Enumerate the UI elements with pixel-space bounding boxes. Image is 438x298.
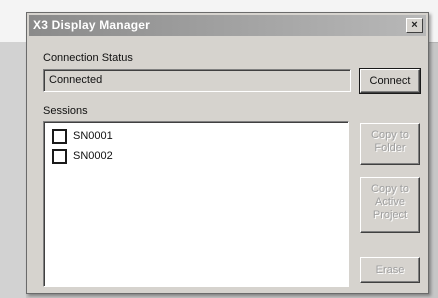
session-label: SN0001 bbox=[73, 130, 113, 142]
copy-to-active-project-button[interactable]: Copy to Active Project bbox=[360, 177, 420, 233]
dialog-title: X3 Display Manager bbox=[33, 18, 150, 32]
sessions-label: Sessions bbox=[43, 105, 88, 117]
connect-button[interactable]: Connect bbox=[359, 68, 421, 94]
title-bar[interactable]: X3 Display Manager × bbox=[29, 15, 426, 36]
display-manager-dialog: X3 Display Manager × Connection Status C… bbox=[26, 12, 429, 294]
connection-status-field: Connected bbox=[43, 69, 351, 92]
connection-status-label: Connection Status bbox=[43, 52, 133, 64]
copy-to-folder-button[interactable]: Copy to Folder bbox=[360, 123, 420, 165]
list-item[interactable]: SN0002 bbox=[52, 148, 113, 164]
session-checkbox[interactable] bbox=[52, 128, 67, 144]
close-button[interactable]: × bbox=[406, 18, 423, 33]
sessions-list[interactable]: SN0001 SN0002 bbox=[43, 121, 349, 287]
session-checkbox[interactable] bbox=[52, 148, 67, 164]
erase-button[interactable]: Erase bbox=[360, 257, 420, 283]
list-item[interactable]: SN0001 bbox=[52, 128, 113, 144]
background-shade bbox=[0, 42, 26, 298]
session-label: SN0002 bbox=[73, 150, 113, 162]
